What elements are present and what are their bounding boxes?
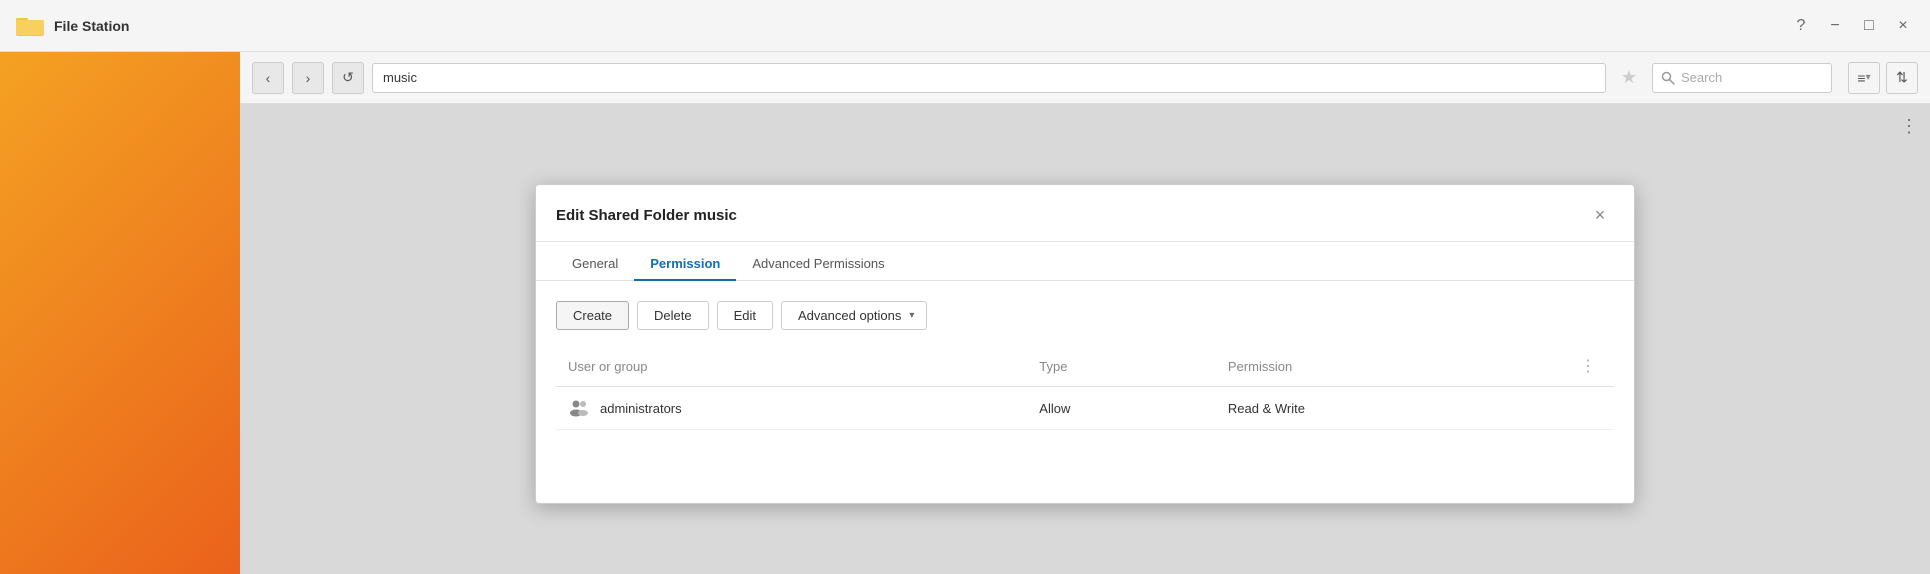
address-bar[interactable]: [372, 63, 1606, 93]
folder-icon: [16, 14, 44, 38]
right-panel: ‹ › ↺ ★ Search ≡ ▾ ⇅: [240, 52, 1930, 574]
tab-advanced-permissions[interactable]: Advanced Permissions: [736, 246, 900, 281]
table-row: administrators Allow Read & Write: [556, 387, 1614, 430]
modal-overlay: Edit Shared Folder music × General Permi…: [240, 104, 1930, 574]
user-group-icon: [568, 397, 590, 419]
forward-button[interactable]: ›: [292, 62, 324, 94]
tab-permission[interactable]: Permission: [634, 246, 736, 281]
col-header-actions: ⋮: [1562, 346, 1614, 387]
table-header-menu-button[interactable]: ⋮: [1574, 354, 1602, 378]
cell-user-group: administrators: [556, 387, 1027, 430]
close-window-button[interactable]: ×: [1892, 15, 1914, 37]
bookmark-button[interactable]: ★: [1614, 63, 1644, 93]
modal-header: Edit Shared Folder music ×: [536, 185, 1634, 242]
file-area: ⋮ Edit Shared Folder music × General: [240, 104, 1930, 574]
toolbar-right: ≡ ▾ ⇅: [1848, 62, 1918, 94]
col-header-type: Type: [1027, 346, 1216, 387]
col-header-user-group: User or group: [556, 346, 1027, 387]
search-icon: [1661, 71, 1675, 85]
back-button[interactable]: ‹: [252, 62, 284, 94]
cell-row-actions: [1562, 387, 1614, 430]
search-bar: Search: [1652, 63, 1832, 93]
main-content: ▼ Syn-DS216II ▶ Archiv ▶ home ▶ homes ▶ …: [0, 52, 1930, 574]
col-header-permission: Permission: [1216, 346, 1562, 387]
sort-button[interactable]: ⇅: [1886, 62, 1918, 94]
modal-tabs: General Permission Advanced Permissions: [536, 246, 1634, 281]
title-bar: File Station ? − □ ×: [0, 0, 1930, 52]
maximize-button[interactable]: □: [1858, 15, 1880, 37]
window-controls: ? − □ ×: [1790, 15, 1914, 37]
delete-button[interactable]: Delete: [637, 301, 709, 330]
dropdown-caret-icon: ▾: [909, 310, 914, 321]
edit-folder-modal: Edit Shared Folder music × General Permi…: [535, 184, 1635, 504]
modal-title: Edit Shared Folder music: [556, 207, 737, 224]
cell-type: Allow: [1027, 387, 1216, 430]
modal-close-button[interactable]: ×: [1586, 201, 1614, 229]
minimize-button[interactable]: −: [1824, 15, 1846, 37]
app-title: File Station: [54, 18, 129, 34]
view-menu-button[interactable]: ≡ ▾: [1848, 62, 1880, 94]
action-bar: Create Delete Edit Advanced options ▾: [556, 301, 1614, 330]
search-placeholder: Search: [1681, 70, 1722, 85]
help-button[interactable]: ?: [1790, 15, 1812, 37]
toolbar: ‹ › ↺ ★ Search ≡ ▾ ⇅: [240, 52, 1930, 104]
permissions-table: User or group Type Permission: [556, 346, 1614, 430]
edit-button[interactable]: Edit: [717, 301, 773, 330]
refresh-button[interactable]: ↺: [332, 62, 364, 94]
advanced-options-button[interactable]: Advanced options ▾: [781, 301, 927, 330]
modal-body: Create Delete Edit Advanced options ▾: [536, 281, 1634, 450]
tab-general[interactable]: General: [556, 246, 634, 281]
app-window: File Station ? − □ × ▼ Syn-DS216II ▶ Arc…: [0, 0, 1930, 574]
cell-permission: Read & Write: [1216, 387, 1562, 430]
create-button[interactable]: Create: [556, 301, 629, 330]
